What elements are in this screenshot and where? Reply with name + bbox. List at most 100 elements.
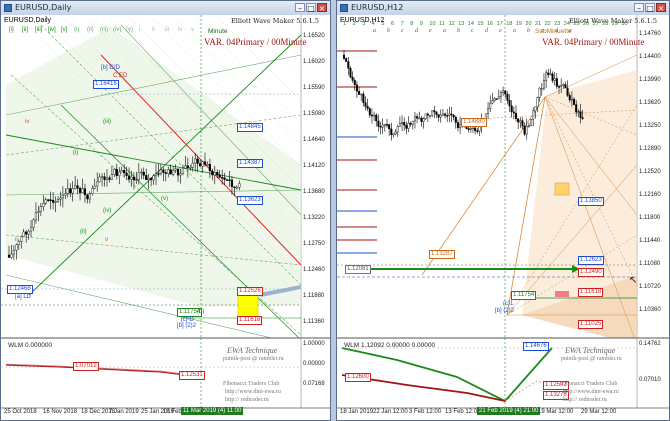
candle-body <box>238 183 241 188</box>
wave-letter-label: d <box>555 28 558 34</box>
candle-body <box>426 113 429 116</box>
candle-body <box>149 177 153 181</box>
candle-body <box>113 169 116 175</box>
minimize-button[interactable]: – <box>634 3 644 13</box>
candle-body <box>49 199 52 201</box>
candle-body <box>198 163 202 167</box>
candle-body <box>360 93 363 96</box>
chart-window-eurusd-daily[interactable]: EURUSD,Daily – □ × EURUSD,Daily Elliott … <box>0 0 331 421</box>
candle-body <box>191 162 194 168</box>
candle-body <box>54 201 57 203</box>
indicator-axis-label: 0.14762 <box>639 341 661 347</box>
candle-body <box>342 54 345 59</box>
chart-window-eurusd-h12[interactable]: EURUSD,H12 – □ × EURUSD,H12 Elliott Wave… <box>336 0 670 421</box>
price-tag: 1.12081 <box>345 265 371 274</box>
price-axis-label: 1.10720 <box>639 284 661 290</box>
wave-label: (v) <box>161 196 168 202</box>
candle-body <box>159 169 162 174</box>
maximize-button[interactable]: □ <box>306 3 316 13</box>
watermark-url2: http:// redtrader.ru <box>225 397 269 403</box>
price-axis-label: 1.13680 <box>303 189 325 195</box>
date-cursor-tag: 11 Mar 2019 (4) 11:00 <box>181 407 244 415</box>
close-button[interactable]: × <box>317 3 327 13</box>
symbol-label: EURUSD,Daily <box>4 17 52 24</box>
candle-body <box>76 185 79 189</box>
watermark-club: Fibonacci Traders Club <box>561 381 618 387</box>
target-zone-box-red <box>555 291 569 297</box>
price-tag: 1.14845 <box>237 123 263 132</box>
candle-body <box>115 169 118 176</box>
bar-count-label: 7 <box>400 21 404 27</box>
watermark-email: putnik-post @ rambler.ru <box>561 356 622 362</box>
maximize-button[interactable]: □ <box>645 3 655 13</box>
minimize-button[interactable]: – <box>295 3 305 13</box>
wave-label: [b] C²D <box>101 65 121 71</box>
candle-body <box>12 250 15 255</box>
candle-body <box>120 170 123 173</box>
price-axis-label: 1.15080 <box>303 111 325 117</box>
wave-letter-label: a <box>513 28 516 34</box>
wave-label: [b] (2)2 <box>177 323 197 329</box>
mouse-cursor-icon: ↖ <box>629 275 638 286</box>
bar-count-label: 16 <box>487 21 494 27</box>
wave-label: [b] (2)2 <box>495 308 515 314</box>
bar-count-label: 4 <box>371 21 375 27</box>
close-button[interactable]: × <box>656 3 666 13</box>
candle-body <box>20 236 23 242</box>
candle-body <box>44 199 47 204</box>
price-tag: 1.12490 <box>578 268 604 277</box>
time-axis-label: 29 Mar 12:00 <box>581 409 617 415</box>
candle-body <box>530 119 533 126</box>
candle-body <box>411 120 414 125</box>
candle-body <box>349 68 352 78</box>
bar-count-label: 18 <box>506 21 513 27</box>
candle-body <box>164 172 167 174</box>
candle-body <box>386 124 389 126</box>
candle-body <box>351 76 354 81</box>
candle-body <box>478 126 481 132</box>
candle-body <box>547 72 550 75</box>
bar-count-label: 13 <box>458 21 465 27</box>
price-tag: 1.11754 <box>511 291 537 300</box>
wave-count-label: (iii) <box>100 27 108 33</box>
candle-body <box>538 88 541 98</box>
bar-count-label: 1 <box>343 21 347 27</box>
wave-count-label: i <box>139 27 141 33</box>
price-axis-label: 1.12460 <box>303 267 325 273</box>
candle-body <box>467 128 470 130</box>
bar-count-label: 17 <box>496 21 503 27</box>
candle-body <box>125 172 128 176</box>
bar-count-label: 15 <box>477 21 484 27</box>
candle-body <box>491 100 494 104</box>
candle-body <box>169 169 172 175</box>
candle-body <box>189 166 192 169</box>
candle-body <box>140 171 143 174</box>
candle-body <box>390 128 393 135</box>
candle-body <box>15 244 18 251</box>
candle-body <box>416 116 419 119</box>
wave-count-label: iv <box>178 27 183 33</box>
candle-body <box>441 113 444 116</box>
price-tag: 1.14880 <box>461 118 487 127</box>
candle-body <box>549 73 552 76</box>
price-tag: 1.16416 <box>93 80 119 89</box>
candle-body <box>370 114 373 117</box>
price-axis-label: 1.14640 <box>303 137 325 143</box>
candle-body <box>375 114 378 122</box>
window-titlebar[interactable]: EURUSD,Daily – □ × <box>1 1 330 16</box>
price-axis-label: 1.14400 <box>639 54 661 60</box>
bar-count-label: 25 <box>573 21 580 27</box>
bar-count-label: 24 <box>563 21 570 27</box>
candle-body <box>110 174 113 180</box>
candle-body <box>203 161 207 165</box>
candle-body <box>66 188 69 194</box>
candle-body <box>157 173 160 175</box>
price-tag: 1.13287 <box>429 250 455 259</box>
candle-body <box>100 176 104 178</box>
candle-body <box>575 104 578 113</box>
watermark-url2: http:// redtrader.ru <box>563 397 607 403</box>
candle-body <box>542 80 545 89</box>
window-titlebar[interactable]: EURUSD,H12 – □ × <box>337 1 669 16</box>
window-title: EURUSD,H12 <box>351 3 404 12</box>
candle-body <box>407 123 410 129</box>
